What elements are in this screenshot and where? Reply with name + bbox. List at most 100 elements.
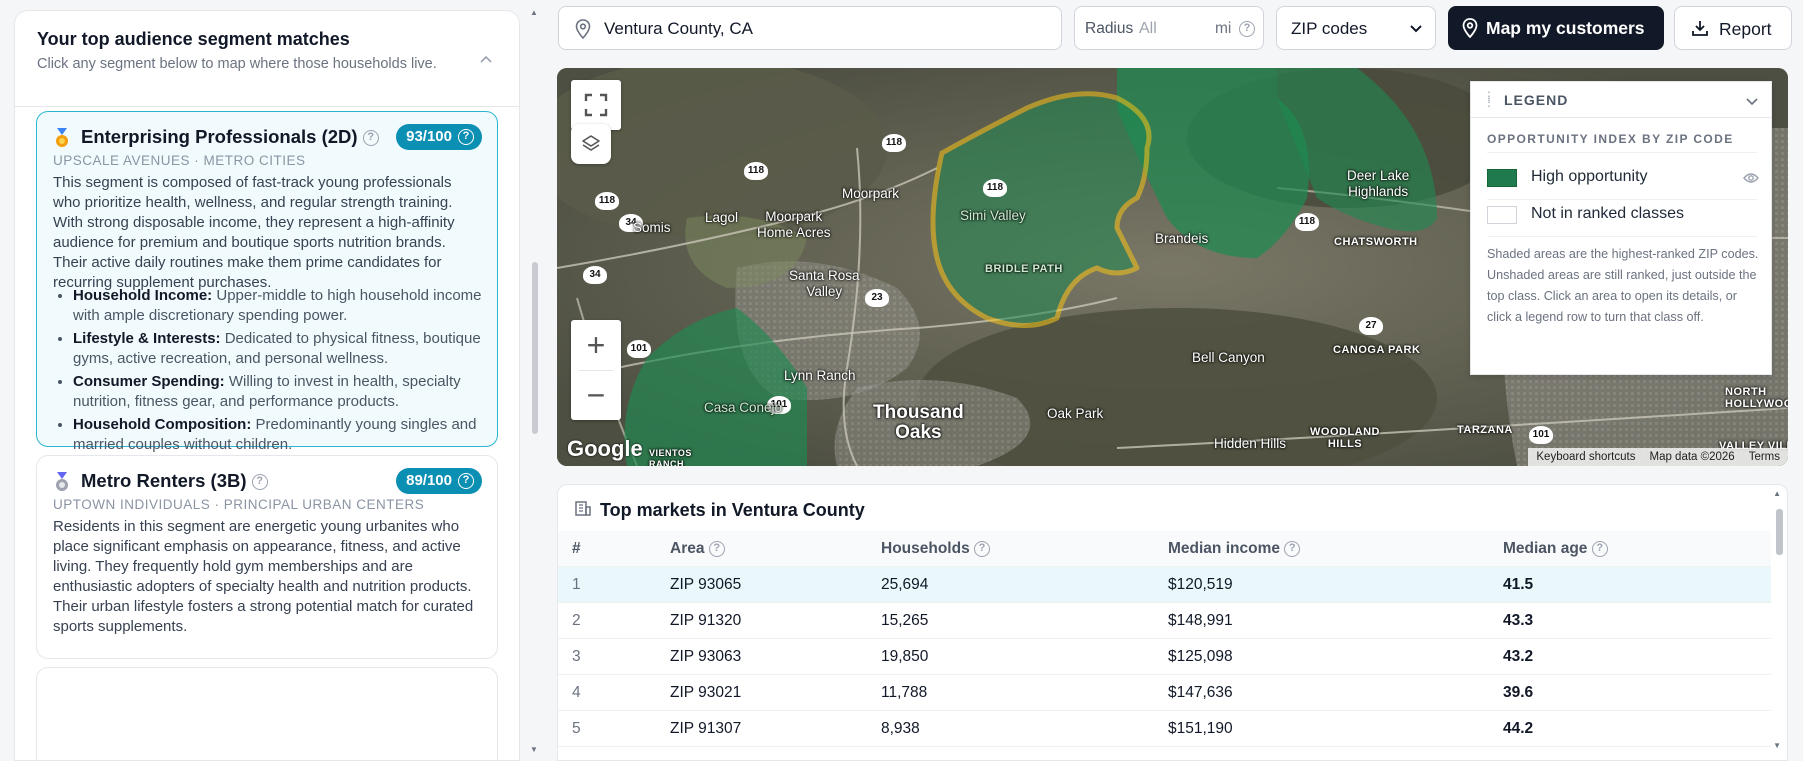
map-place-label: Bell Canyon bbox=[1192, 350, 1265, 365]
segment-card-enterprising-professionals[interactable]: Enterprising Professionals (2D) ? 93/100… bbox=[36, 111, 498, 453]
layers-button[interactable] bbox=[571, 124, 611, 164]
radius-input[interactable]: All bbox=[1139, 20, 1157, 38]
route-shield: 118 bbox=[882, 134, 906, 152]
area-cell: ZIP 91320 bbox=[670, 612, 742, 629]
radius-field[interactable]: Radius All mi ? bbox=[1074, 6, 1264, 50]
terms-link[interactable]: Terms bbox=[1749, 451, 1780, 463]
help-icon[interactable]: ? bbox=[458, 129, 474, 145]
map-place-label: Lagol bbox=[705, 210, 739, 225]
segment-description: This segment is composed of fast-track y… bbox=[53, 174, 455, 291]
scroll-up-icon[interactable]: ▲ bbox=[530, 8, 538, 17]
help-icon[interactable]: ? bbox=[1284, 540, 1301, 557]
help-icon[interactable]: ? bbox=[362, 130, 379, 147]
households-cell: 15,265 bbox=[881, 612, 929, 629]
report-button[interactable]: Report bbox=[1674, 6, 1792, 50]
map-attribution: Keyboard shortcuts Map data ©2026 Terms bbox=[1528, 448, 1788, 466]
panel-scrollbar[interactable] bbox=[532, 262, 538, 434]
scroll-up-icon[interactable]: ▲ bbox=[1773, 489, 1781, 498]
chevron-down-icon[interactable] bbox=[1745, 94, 1759, 113]
drag-handle-icon[interactable]: ⋮ ⋮ bbox=[1483, 90, 1495, 108]
silver-medal-icon bbox=[53, 472, 73, 494]
table-header-row: # Area ? Households ? Median income ? Me… bbox=[558, 531, 1771, 567]
radius-label: Radius bbox=[1085, 20, 1134, 37]
help-icon[interactable]: ? bbox=[1591, 540, 1608, 557]
help-icon[interactable]: ? bbox=[458, 473, 474, 489]
eye-icon[interactable] bbox=[1743, 171, 1759, 189]
area-cell: ZIP 93065 bbox=[670, 576, 742, 593]
list-item: Consumer Spending: Willing to invest in … bbox=[73, 372, 483, 412]
segment-card-metro-renters[interactable]: Metro Renters (3B) ? 89/100? UPTOWN INDI… bbox=[36, 455, 498, 659]
legend-row-label: High opportunity bbox=[1531, 168, 1648, 185]
map-place-label: Lynn Ranch bbox=[784, 368, 856, 383]
map-customers-button[interactable]: Map my customers bbox=[1448, 6, 1664, 50]
age-cell: 43.3 bbox=[1503, 612, 1534, 629]
geography-select-value: ZIP codes bbox=[1291, 19, 1368, 38]
age-cell: 43.2 bbox=[1503, 648, 1534, 665]
segment-card[interactable] bbox=[36, 667, 498, 760]
legend-header[interactable]: ⋮ ⋮ LEGEND bbox=[1471, 82, 1771, 118]
column-header[interactable]: Median income ? bbox=[1168, 540, 1301, 558]
route-shield: 101 bbox=[1529, 426, 1553, 444]
list-item: Household Income: Upper-middle to high h… bbox=[73, 286, 483, 326]
collapse-chevron-icon[interactable] bbox=[479, 53, 497, 71]
map-place-label: Deer Lake Highlands bbox=[1347, 168, 1410, 199]
fullscreen-button[interactable] bbox=[571, 80, 621, 130]
table-row[interactable]: 3 ZIP 93063 19,850 $125,098 43.2 bbox=[558, 639, 1771, 675]
map-customers-label: Map my customers bbox=[1486, 18, 1645, 38]
table-row[interactable]: 4 ZIP 93021 11,788 $147,636 39.6 bbox=[558, 675, 1771, 711]
map-place-label: Thousand Oaks bbox=[873, 402, 964, 443]
map-place-label: Oak Park bbox=[1047, 406, 1104, 421]
households-cell: 11,788 bbox=[881, 684, 928, 701]
list-item: Lifestyle & Interests: Dedicated to phys… bbox=[73, 329, 483, 369]
column-header[interactable]: Area ? bbox=[670, 540, 725, 558]
keyboard-shortcuts-link[interactable]: Keyboard shortcuts bbox=[1536, 451, 1635, 463]
map-place-label: Brandeis bbox=[1155, 231, 1209, 246]
table-scrollbar[interactable] bbox=[1776, 509, 1783, 555]
segment-title: Enterprising Professionals (2D) ? bbox=[81, 126, 379, 148]
list-item: Household Composition: Predominantly you… bbox=[73, 415, 483, 455]
map-place-label: Somis bbox=[633, 220, 671, 235]
segment-meta: UPTOWN INDIVIDUALS · PRINCIPAL URBAN CEN… bbox=[53, 497, 425, 512]
rank-cell: 4 bbox=[572, 684, 581, 701]
table-row[interactable]: 1 ZIP 93065 25,694 $120,519 41.5 bbox=[558, 567, 1771, 603]
area-cell: ZIP 91307 bbox=[670, 720, 742, 737]
map-place-label: Casa Conejo bbox=[704, 400, 783, 415]
legend-row-not-ranked[interactable]: Not in ranked classes bbox=[1471, 194, 1771, 236]
scroll-down-icon[interactable]: ▼ bbox=[1773, 741, 1781, 750]
help-icon[interactable]: ? bbox=[251, 474, 268, 491]
column-header[interactable]: Households ? bbox=[881, 540, 991, 558]
income-cell: $151,190 bbox=[1168, 720, 1233, 737]
scroll-down-icon[interactable]: ▼ bbox=[530, 745, 538, 754]
zoom-out-button[interactable]: − bbox=[571, 370, 621, 420]
households-cell: 25,694 bbox=[881, 576, 929, 593]
table-title: Top markets in Ventura County bbox=[600, 500, 865, 520]
help-icon[interactable]: ? bbox=[1239, 21, 1255, 37]
fullscreen-icon bbox=[584, 93, 608, 117]
location-search-input[interactable]: Ventura County, CA bbox=[558, 6, 1062, 50]
column-header: # bbox=[572, 540, 581, 557]
map-view[interactable]: 118 118 118 34 34 23 101 101 27 118 118 … bbox=[557, 68, 1788, 466]
score-badge: 89/100? bbox=[396, 468, 482, 494]
map-place-label: CANOGA PARK bbox=[1333, 344, 1421, 356]
legend-swatch bbox=[1487, 206, 1517, 224]
table-row[interactable]: 5 ZIP 91307 8,938 $151,190 44.2 bbox=[558, 711, 1771, 747]
help-icon[interactable]: ? bbox=[708, 540, 725, 557]
column-header[interactable]: Median age ? bbox=[1503, 540, 1608, 558]
divider bbox=[1487, 236, 1757, 237]
map-place-label: TARZANA bbox=[1457, 424, 1513, 436]
route-shield: 101 bbox=[627, 340, 651, 358]
map-place-label: Santa Rosa Valley bbox=[789, 268, 860, 299]
table-row[interactable]: 2 ZIP 91320 15,265 $148,991 43.3 bbox=[558, 603, 1771, 639]
top-markets-table-card: Top markets in Ventura County # Area ? H… bbox=[557, 484, 1788, 761]
help-icon[interactable]: ? bbox=[974, 540, 991, 557]
divider bbox=[1487, 152, 1757, 153]
income-cell: $147,636 bbox=[1168, 684, 1233, 701]
zoom-controls: + − bbox=[571, 320, 621, 420]
legend-row-high-opportunity[interactable]: High opportunity bbox=[1471, 157, 1771, 199]
rank-cell: 1 bbox=[572, 576, 581, 593]
radius-unit: mi bbox=[1215, 20, 1232, 37]
zoom-in-button[interactable]: + bbox=[571, 320, 621, 370]
map-legend: ⋮ ⋮ LEGEND OPPORTUNITY INDEX BY ZIP CODE … bbox=[1470, 81, 1772, 375]
households-cell: 19,850 bbox=[881, 648, 929, 665]
geography-select[interactable]: ZIP codes bbox=[1276, 6, 1436, 50]
